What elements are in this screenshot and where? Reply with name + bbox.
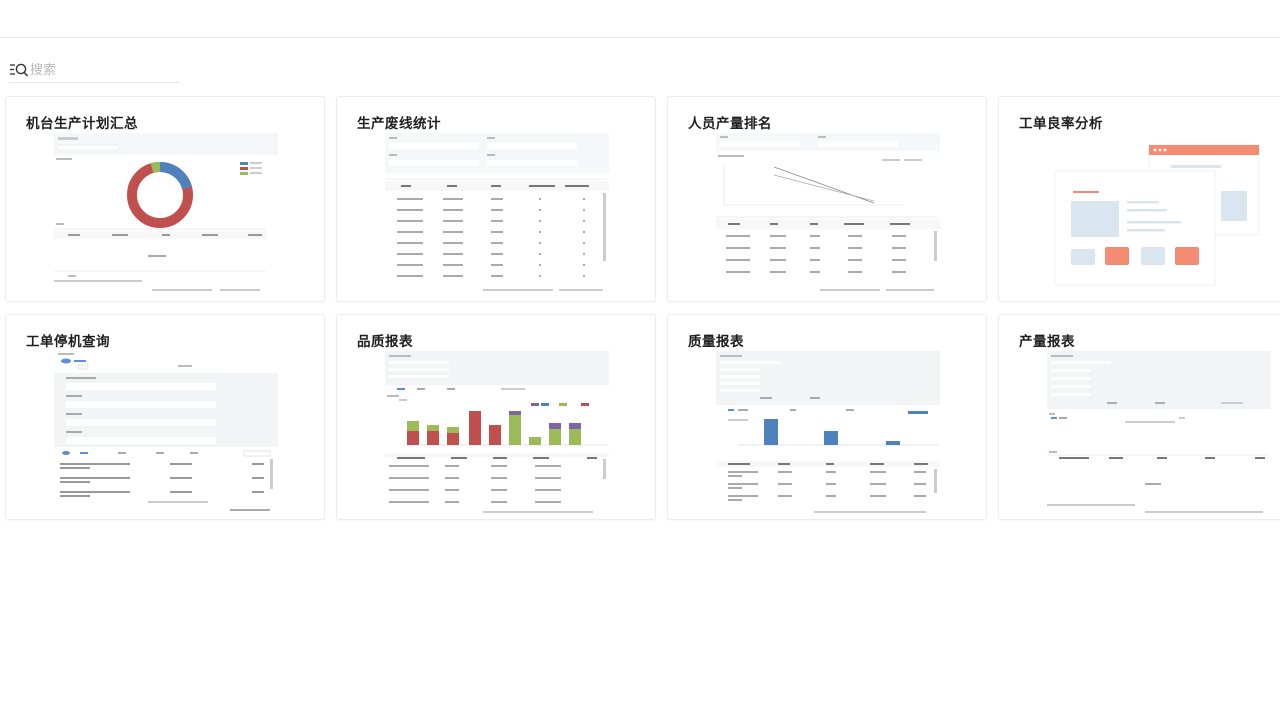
report-card-staff-ranking[interactable]: 人员产量排名 [667,96,987,302]
report-thumbnail [1051,131,1267,297]
card-title: 工单良率分析 [1019,116,1103,132]
report-thumbnail [52,131,280,297]
report-thumbnail [714,131,942,297]
report-card-yield-analysis[interactable]: 工单良率分析 [998,96,1280,302]
card-title: 质量报表 [688,334,744,350]
card-title: 人员产量排名 [688,116,772,132]
report-card-scrap-line[interactable]: 生产废线统计 [336,96,656,302]
report-thumbnail [1045,349,1273,515]
report-card-quality-report-b[interactable]: 质量报表 [667,314,987,520]
report-thumbnail [52,349,280,515]
card-title: 机台生产计划汇总 [26,116,138,132]
report-card-output-report[interactable]: 产量报表 [998,314,1280,520]
search-input[interactable] [30,59,170,81]
card-title: 产量报表 [1019,334,1075,350]
card-title: 工单停机查询 [26,334,110,350]
report-thumbnail [383,349,611,515]
report-thumbnail [383,131,611,297]
card-title: 生产废线统计 [357,116,441,132]
card-title: 品质报表 [357,334,413,350]
search-bar [9,58,179,83]
report-card-downtime-query[interactable]: 工单停机查询 [5,314,325,520]
search-icon[interactable] [9,61,29,79]
report-thumbnail [714,349,942,515]
report-card-quality-report-a[interactable]: 品质报表 [336,314,656,520]
report-card-machine-plan[interactable]: 机台生产计划汇总 [5,96,325,302]
top-bar [0,0,1280,38]
